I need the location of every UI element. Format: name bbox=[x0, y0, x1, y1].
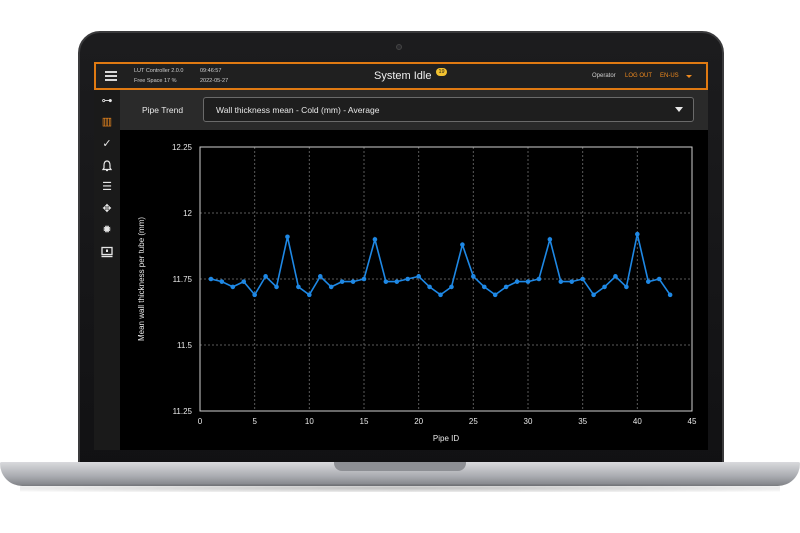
clock-date: 2022-05-27 bbox=[200, 78, 229, 84]
data-point bbox=[514, 279, 520, 284]
monitor-icon[interactable] bbox=[100, 245, 114, 259]
logout-button[interactable]: LOG OUT bbox=[625, 73, 652, 79]
data-point bbox=[438, 292, 443, 298]
camera-icon bbox=[396, 44, 402, 50]
trend-chart-svg: 11.25 11.5 11.75 12 12.25 0 5 10 15 20 25 30 35 40 45… bbox=[137, 143, 697, 443]
data-point bbox=[241, 279, 247, 284]
y-tick-label: 11.25 bbox=[173, 407, 193, 416]
x-tick-label: 45 bbox=[688, 417, 697, 426]
data-point bbox=[230, 284, 236, 290]
data-point bbox=[645, 279, 651, 284]
data-point bbox=[263, 274, 268, 279]
data-point bbox=[427, 284, 432, 290]
y-axis-label: Mean wall thickness per tube (mm) bbox=[137, 217, 146, 341]
pipe-trend-label: Pipe Trend bbox=[142, 105, 184, 115]
check-circle-icon[interactable]: ✓ bbox=[100, 137, 114, 151]
data-point bbox=[624, 284, 629, 290]
data-point bbox=[328, 284, 334, 290]
data-point bbox=[317, 274, 323, 279]
bell-icon[interactable] bbox=[100, 159, 114, 173]
move-icon[interactable]: ✥ bbox=[100, 202, 114, 216]
data-point bbox=[208, 276, 214, 282]
language-select[interactable]: EN-US bbox=[660, 73, 679, 79]
controller-version: LUT Controller 2.0.0 bbox=[134, 68, 184, 74]
y-tick-label: 12 bbox=[183, 209, 192, 218]
y-tick-label: 12.25 bbox=[172, 143, 193, 152]
data-point bbox=[481, 284, 487, 290]
x-tick-label: 10 bbox=[305, 417, 314, 426]
y-tick-label: 11.75 bbox=[173, 275, 193, 284]
data-point bbox=[667, 292, 673, 298]
chart-icon[interactable]: ▥ bbox=[100, 115, 114, 129]
network-icon[interactable]: ⊶ bbox=[100, 94, 114, 108]
data-point bbox=[503, 284, 509, 290]
data-point bbox=[580, 276, 585, 282]
app-header: LUT Controller 2.0.0 09:46:57 Free Space… bbox=[94, 62, 708, 90]
series-line bbox=[210, 233, 671, 297]
x-tick-label: 25 bbox=[469, 417, 478, 426]
data-point bbox=[350, 279, 356, 284]
data-point bbox=[372, 237, 378, 242]
data-point bbox=[296, 284, 301, 290]
list-icon[interactable]: ☰ bbox=[100, 180, 114, 194]
x-axis-label: Pipe ID bbox=[433, 434, 459, 443]
x-tick-label: 35 bbox=[578, 417, 587, 426]
trend-metric-select[interactable]: Wall thickness mean - Cold (mm) - Averag… bbox=[203, 97, 694, 122]
notification-badge[interactable]: 19 bbox=[436, 68, 447, 76]
x-tick-label: 0 bbox=[198, 417, 203, 426]
data-point bbox=[635, 231, 640, 237]
data-point bbox=[558, 279, 564, 284]
data-point bbox=[307, 292, 312, 298]
laptop-notch bbox=[334, 462, 466, 471]
data-point bbox=[525, 279, 531, 284]
menu-icon[interactable] bbox=[105, 71, 117, 81]
data-point bbox=[536, 276, 542, 282]
system-status-title: System Idle bbox=[374, 70, 432, 82]
app-screen: LUT Controller 2.0.0 09:46:57 Free Space… bbox=[94, 62, 708, 450]
x-tick-label: 40 bbox=[633, 417, 642, 426]
sidebar: ⊶ ▥ ✓ ☰ ✥ ✹ bbox=[94, 90, 120, 450]
data-point bbox=[656, 276, 662, 282]
data-point bbox=[492, 292, 498, 298]
data-point bbox=[285, 234, 290, 240]
data-point bbox=[613, 274, 618, 279]
data-point bbox=[383, 279, 389, 284]
x-axis-ticks: 0 5 10 15 20 25 30 35 40 45 bbox=[198, 417, 697, 426]
user-role: Operator bbox=[592, 73, 616, 79]
x-tick-label: 20 bbox=[414, 417, 423, 426]
y-axis-ticks: 11.25 11.5 11.75 12 12.25 bbox=[172, 143, 193, 416]
data-point bbox=[219, 279, 225, 284]
data-point bbox=[339, 279, 345, 284]
free-space: Free Space 17 % bbox=[134, 78, 177, 84]
clock-time: 09:46:57 bbox=[200, 68, 222, 74]
data-point bbox=[361, 276, 367, 282]
chevron-down-icon[interactable] bbox=[686, 75, 692, 78]
data-point bbox=[394, 279, 400, 284]
gear-icon[interactable]: ✹ bbox=[100, 223, 114, 237]
data-point bbox=[591, 292, 596, 298]
data-point bbox=[460, 242, 465, 247]
data-point bbox=[547, 237, 553, 242]
y-tick-label: 11.5 bbox=[177, 341, 193, 350]
data-point bbox=[416, 274, 421, 279]
trend-chart: 11.25 11.5 11.75 12 12.25 0 5 10 15 20 25 30 35 40 45… bbox=[120, 130, 708, 450]
trend-metric-value: Wall thickness mean - Cold (mm) - Averag… bbox=[216, 105, 380, 115]
data-point bbox=[471, 274, 476, 279]
data-point bbox=[569, 279, 575, 284]
data-point bbox=[449, 284, 454, 290]
x-tick-label: 30 bbox=[524, 417, 533, 426]
chevron-down-icon[interactable] bbox=[675, 107, 683, 112]
data-point bbox=[252, 292, 257, 298]
x-tick-label: 15 bbox=[360, 417, 369, 426]
data-point bbox=[274, 284, 279, 290]
data-point bbox=[405, 276, 411, 282]
data-point bbox=[602, 284, 607, 290]
x-tick-label: 5 bbox=[252, 417, 257, 426]
trend-toolbar: Pipe Trend Wall thickness mean - Cold (m… bbox=[120, 90, 708, 130]
trend-panel: Pipe Trend Wall thickness mean - Cold (m… bbox=[120, 90, 708, 450]
series-points bbox=[208, 231, 673, 298]
laptop-shadow bbox=[20, 484, 780, 492]
